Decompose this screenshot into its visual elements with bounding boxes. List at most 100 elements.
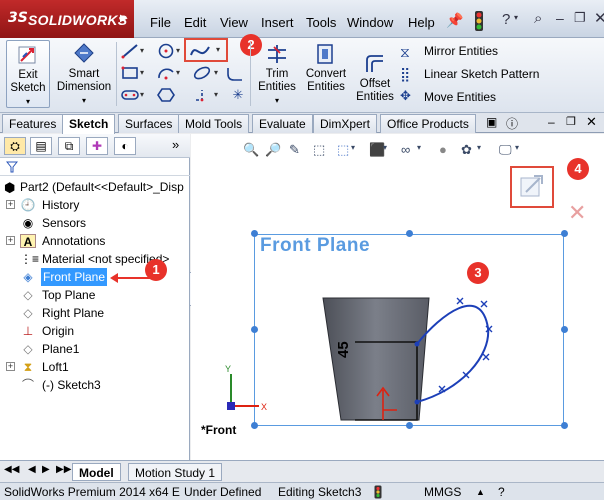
tree-item-history[interactable]: + 🕘 History	[0, 196, 190, 214]
fillet-icon[interactable]	[226, 66, 244, 82]
minimize-icon[interactable]: –	[556, 10, 564, 26]
trim-entities-button[interactable]: Trim Entities ▾	[254, 40, 300, 108]
display-manager-tab-icon[interactable]: ◐	[114, 137, 136, 155]
help-icon[interactable]: ?	[498, 483, 505, 500]
chevron-down-icon[interactable]: ▾	[514, 13, 518, 22]
configuration-manager-tab-icon[interactable]: ⧉	[58, 137, 80, 155]
smart-dimension-label-2: Dimension	[56, 81, 112, 93]
tree-item-label: Sensors	[42, 216, 87, 230]
close-icon[interactable]: ✕	[594, 9, 604, 27]
chevron-down-icon[interactable]: ▾	[140, 42, 148, 60]
search-icon[interactable]: ⌕	[534, 10, 542, 27]
chevron-right-icon[interactable]: »	[172, 137, 179, 152]
scroll-left-icon[interactable]: ◀◀	[4, 464, 19, 475]
offset-entities-button[interactable]: Offset Entities	[352, 50, 398, 118]
scroll-left-icon[interactable]: ◀	[28, 464, 36, 475]
solidworks-window: 3S SOLIDWORKS ▶ File Edit View Insert To…	[0, 0, 604, 500]
chevron-down-icon[interactable]: ▾	[140, 64, 148, 82]
spline-icon[interactable]	[188, 41, 212, 61]
tab-evaluate[interactable]: Evaluate	[252, 114, 313, 133]
restore-icon[interactable]: ❐	[566, 115, 576, 128]
menu-view[interactable]: View	[220, 15, 248, 30]
menu-edit[interactable]: Edit	[184, 15, 206, 30]
linear-pattern-icon[interactable]: ⣿	[400, 66, 410, 83]
graphics-area[interactable]: 🔍 🔎 ✎ ⬚ ⬚ ▾ ⬛ ▾ ∞ ▾ ● ✿ ▾ 🖵 ▾ 4 ✕ Front …	[191, 134, 604, 460]
convert-entities-button[interactable]: Convert Entities	[302, 40, 350, 108]
traffic-light-icon[interactable]	[474, 10, 484, 32]
move-entities-icon[interactable]: ✥	[400, 88, 411, 104]
dimxpert-manager-tab-icon[interactable]: ✚	[86, 137, 108, 155]
ellipse-icon[interactable]	[192, 64, 212, 82]
close-icon[interactable]: ✕	[586, 114, 597, 130]
spline-points	[438, 297, 493, 393]
filter-icon[interactable]	[6, 161, 18, 173]
mirror-entities-icon[interactable]: ⧖	[400, 44, 410, 61]
mirror-entities-button[interactable]: Mirror Entities	[424, 44, 498, 58]
expand-icon[interactable]: +	[6, 362, 15, 371]
chevron-down-icon[interactable]: ▾	[140, 86, 148, 104]
tab-surfaces[interactable]: Surfaces	[118, 114, 180, 133]
tree-item-origin[interactable]: ⊥ Origin	[0, 322, 190, 340]
tab-dimxpert[interactable]: DimXpert	[313, 114, 378, 133]
minimize-icon[interactable]: –	[548, 115, 555, 129]
tab-features[interactable]: Features	[2, 114, 64, 133]
circle-icon[interactable]	[156, 42, 176, 60]
rectangle-icon[interactable]	[120, 64, 140, 82]
feature-manager-tab-icon[interactable]: ⛭	[4, 137, 26, 155]
tree-item-right-plane[interactable]: ◇ Right Plane	[0, 304, 190, 322]
menu-tools[interactable]: Tools	[306, 15, 336, 30]
tab-sketch[interactable]: Sketch	[62, 114, 116, 134]
chevron-down-icon[interactable]: ▾	[176, 64, 184, 82]
chevron-down-icon[interactable]: ▾	[214, 86, 222, 104]
pane-split-icon[interactable]: ▣	[486, 115, 497, 129]
line-icon[interactable]	[120, 42, 140, 60]
tree-root-label: Part2 (Default<<Default>_Disp	[20, 180, 184, 194]
point-icon[interactable]: ✳	[228, 86, 248, 104]
scroll-right-icon[interactable]: ▶	[42, 464, 50, 475]
tree-root-part[interactable]: ⬢ Part2 (Default<<Default>_Disp	[0, 178, 190, 196]
scroll-right-icon[interactable]: ▶▶	[56, 464, 71, 475]
restore-icon[interactable]: ❐	[574, 10, 586, 26]
tree-item-sketch3[interactable]: ⌒ (-) Sketch3	[0, 376, 190, 394]
property-manager-tab-icon[interactable]: ▤	[30, 137, 52, 155]
exit-sketch-button[interactable]: Exit Sketch ▾	[6, 40, 50, 108]
tree-item-loft1[interactable]: + ⧗ Loft1	[0, 358, 190, 376]
centerline-icon[interactable]	[192, 86, 212, 104]
tree-item-annotations[interactable]: + A Annotations	[0, 232, 190, 250]
arc-icon[interactable]	[156, 64, 176, 82]
tree-item-top-plane[interactable]: ◇ Top Plane	[0, 286, 190, 304]
solidworks-logo[interactable]: 3S SOLIDWORKS ▶	[0, 0, 134, 38]
tab-mold-tools[interactable]: Mold Tools	[178, 114, 250, 133]
chevron-down-icon[interactable]: ▾	[254, 94, 300, 107]
status-units[interactable]: MMGS	[424, 483, 461, 500]
expand-icon[interactable]: +	[6, 236, 15, 245]
smart-dimension-button[interactable]: Smart Dimension ▾	[56, 40, 112, 108]
tab-office-products[interactable]: Office Products	[380, 114, 476, 133]
chevron-down-icon[interactable]: ▾	[214, 64, 222, 82]
chevron-up-icon[interactable]: ▲	[476, 483, 485, 500]
tab-motion-study-1[interactable]: Motion Study 1	[128, 463, 223, 481]
chevron-down-icon[interactable]: ▾	[216, 41, 224, 59]
chevron-down-icon[interactable]: ▾	[56, 94, 112, 107]
tree-item-plane1[interactable]: ◇ Plane1	[0, 340, 190, 358]
help-icon[interactable]: ?	[502, 11, 510, 28]
chevron-down-icon[interactable]: ▾	[7, 95, 49, 108]
menu-file[interactable]: File	[150, 15, 171, 30]
slot-icon[interactable]	[120, 86, 140, 104]
dimension-label[interactable]: 45	[335, 341, 352, 358]
pin-icon[interactable]: 📌	[446, 12, 463, 29]
expand-icon[interactable]: +	[6, 200, 15, 209]
tab-model[interactable]: Model	[72, 463, 121, 481]
tree-item-sensors[interactable]: ◉ Sensors	[0, 214, 190, 232]
polygon-icon[interactable]	[156, 86, 176, 104]
tree-filter[interactable]	[0, 158, 190, 176]
chevron-down-icon[interactable]: ▾	[176, 42, 184, 60]
menu-insert[interactable]: Insert	[261, 15, 294, 30]
move-entities-button[interactable]: Move Entities	[424, 90, 496, 104]
spline-tool-highlight[interactable]: ▾	[184, 38, 228, 62]
menu-window[interactable]: Window	[347, 15, 393, 30]
rebuild-traffic-light-icon[interactable]	[374, 485, 382, 499]
menu-help[interactable]: Help	[408, 15, 435, 30]
info-icon[interactable]: ⓘ	[506, 115, 518, 132]
linear-sketch-pattern-button[interactable]: Linear Sketch Pattern	[424, 67, 539, 81]
